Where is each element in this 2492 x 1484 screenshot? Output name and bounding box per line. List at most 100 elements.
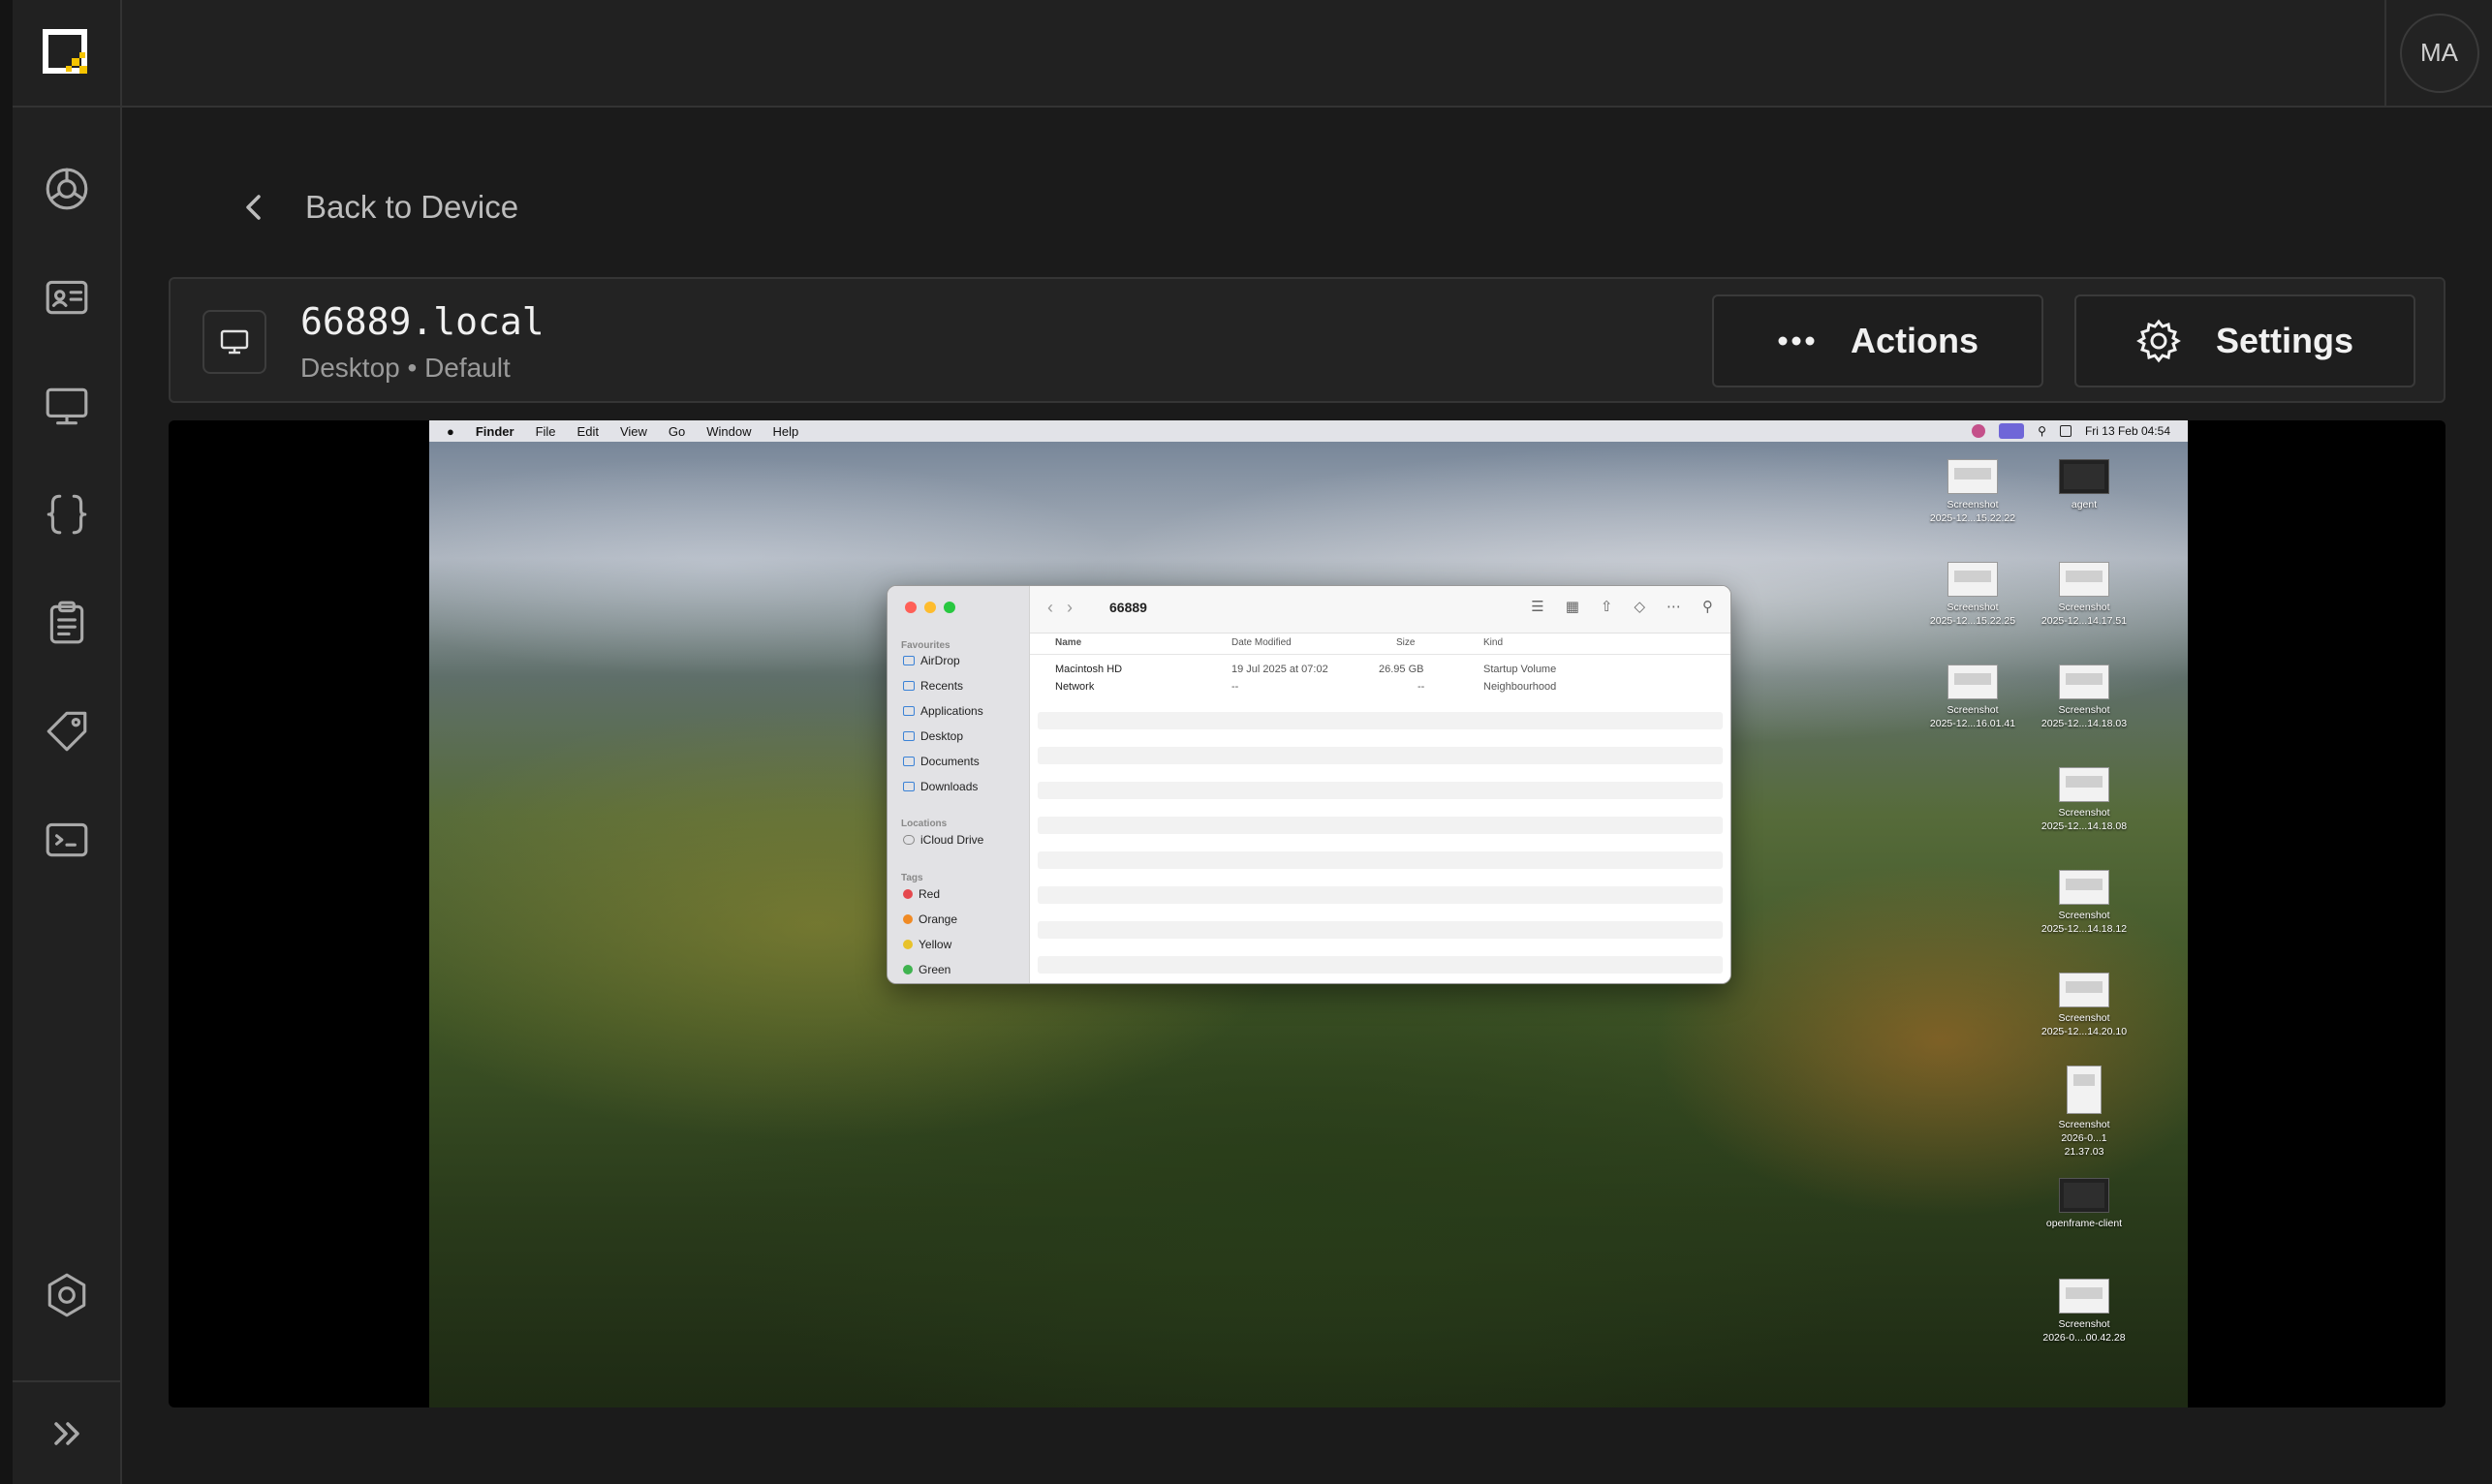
finder-tag-orange[interactable]: Orange [903,912,957,926]
desktop-icon-file[interactable]: Screenshot 2025-12...16.01.41 [1929,665,2016,730]
sidebar-item-identities[interactable] [38,268,96,326]
finder-item-desktop[interactable]: Desktop [903,729,963,743]
actions-label: Actions [1850,321,1978,360]
desktop-icon-file[interactable]: Screenshot 2025-12...14.20.10 [2040,973,2128,1038]
settings-icon [47,1273,86,1317]
menu-help[interactable]: Help [773,424,799,439]
top-bar [13,0,2492,108]
zoom-icon[interactable] [944,602,955,613]
row-date: -- [1231,681,1239,693]
finder-tag-green[interactable]: Green [903,963,950,976]
user-menu[interactable]: MA [2384,0,2492,106]
remote-screen[interactable]: ● Finder File Edit View Go Window Help ⚲… [429,420,2188,1407]
more-horizontal-icon [1778,336,1815,346]
column-date-modified[interactable]: Date Modified [1231,637,1292,648]
finder-tag-red[interactable]: Red [903,887,940,901]
sidebar-expand-button[interactable] [13,1380,120,1484]
menu-file[interactable]: File [536,424,556,439]
desktop-icon-file[interactable]: agent [2040,459,2128,511]
desktop-icon-file[interactable]: Screenshot 2025-12...14.18.12 [2040,870,2128,936]
executable-icon [2059,1178,2109,1213]
macos-menubar: ● Finder File Edit View Go Window Help ⚲… [429,420,2188,442]
grid-view-icon[interactable]: ▦ [1566,598,1579,615]
share-icon[interactable]: ⇧ [1601,598,1613,615]
user-status-icon[interactable] [1972,424,1986,438]
sidebar-item-scripts[interactable] [38,485,96,543]
menu-finder[interactable]: Finder [476,424,514,439]
table-row[interactable]: Macintosh HD 19 Jul 2025 at 07:02 26.95 … [1030,659,1730,676]
empty-row [1038,851,1723,869]
desktop-icon-file[interactable]: Screenshot 2026-0...1 21.37.03 [2040,1066,2128,1159]
row-size: 26.95 GB [1379,664,1424,675]
screenshot-thumbnail-icon [2059,1279,2109,1314]
desktop-icon-file[interactable]: Screenshot 2026-0....00.42.28 [2040,1279,2128,1345]
remote-desktop-viewer[interactable]: ● Finder File Edit View Go Window Help ⚲… [169,420,2445,1407]
control-center-icon[interactable] [2059,425,2071,437]
row-kind: Neighbourhood [1483,681,1557,693]
sidebar-item-remote[interactable] [38,811,96,869]
empty-row [1038,921,1723,939]
finder-item-recents[interactable]: Recents [903,679,963,693]
menubar-status: ⚲ Fri 13 Feb 04:54 [1972,420,2170,442]
menubar-clock[interactable]: Fri 13 Feb 04:54 [2085,424,2170,438]
sidebar-section-locations: Locations [901,819,948,829]
desktop-icon-file[interactable]: openframe-client [2040,1178,2128,1230]
finder-nav-buttons[interactable]: ‹› [1047,598,1086,618]
apple-icon[interactable]: ● [447,424,454,439]
document-icon [903,757,915,766]
finder-item-downloads[interactable]: Downloads [903,780,978,793]
desktop-icon-file[interactable]: Screenshot 2025-12...15.22.25 [1929,562,2016,628]
sidebar-section-tags: Tags [901,873,923,883]
actions-button[interactable]: Actions [1712,294,2043,387]
airdrop-icon [903,656,915,665]
spotlight-icon[interactable]: ⚲ [2038,424,2046,438]
column-kind[interactable]: Kind [1483,637,1503,648]
desktop-icon-file[interactable]: Screenshot 2025-12...14.18.03 [2040,665,2128,730]
menu-view[interactable]: View [620,424,647,439]
finder-item-icloud[interactable]: iCloud Drive [903,833,983,847]
more-icon[interactable]: ⋯ [1667,598,1681,615]
tag-icon[interactable]: ◇ [1634,598,1645,615]
column-name[interactable]: Name [1055,637,1081,648]
screen-share-icon[interactable] [1999,423,2025,439]
finder-tag-yellow[interactable]: Yellow [903,938,951,951]
sidebar-section-favourites: Favourites [901,640,950,651]
sidebar-item-devices[interactable] [38,377,96,435]
search-icon[interactable]: ⚲ [1702,598,1713,615]
window-edge [0,0,13,1484]
radar-icon [46,168,88,210]
back-to-device-link[interactable]: Back to Device [237,189,518,226]
finder-item-airdrop[interactable]: AirDrop [903,654,960,667]
sidebar [13,108,122,1484]
close-icon[interactable] [905,602,917,613]
sidebar-item-tags[interactable] [38,702,96,760]
finder-title: 66889 [1109,600,1147,615]
finder-sidebar: Favourites AirDrop Recents Applications … [888,586,1030,983]
menu-window[interactable]: Window [706,424,751,439]
window-controls [905,602,955,613]
app-logo[interactable] [13,0,122,106]
finder-window[interactable]: Favourites AirDrop Recents Applications … [887,585,1731,984]
desktop-icon-file[interactable]: Screenshot 2025-12...15.22.22 [1929,459,2016,525]
avatar[interactable]: MA [2399,13,2479,93]
table-row[interactable]: Network -- -- Neighbourhood [1030,676,1730,694]
row-date: 19 Jul 2025 at 07:02 [1231,664,1328,675]
column-size[interactable]: Size [1396,637,1415,648]
menu-edit[interactable]: Edit [577,424,599,439]
sidebar-item-dashboard[interactable] [38,160,96,218]
desktop-icon-file[interactable]: Screenshot 2025-12...14.18.08 [2040,767,2128,833]
sidebar-item-logs[interactable] [38,594,96,652]
minimize-icon[interactable] [924,602,936,613]
menu-go[interactable]: Go [669,424,685,439]
finder-item-applications[interactable]: Applications [903,704,983,718]
braces-icon [47,494,87,535]
screenshot-thumbnail-icon [1947,562,1998,597]
list-view-icon[interactable]: ☰ [1531,598,1543,615]
device-header: 66889.local Desktop • Default Actions Se… [169,277,2445,403]
sidebar-item-settings[interactable] [38,1266,96,1324]
row-name: Macintosh HD [1055,664,1123,675]
finder-item-documents[interactable]: Documents [903,755,980,768]
desktop-icon-file[interactable]: Screenshot 2025-12...14.17.51 [2040,562,2128,628]
settings-button[interactable]: Settings [2074,294,2415,387]
chevron-double-right-icon [53,1421,79,1445]
